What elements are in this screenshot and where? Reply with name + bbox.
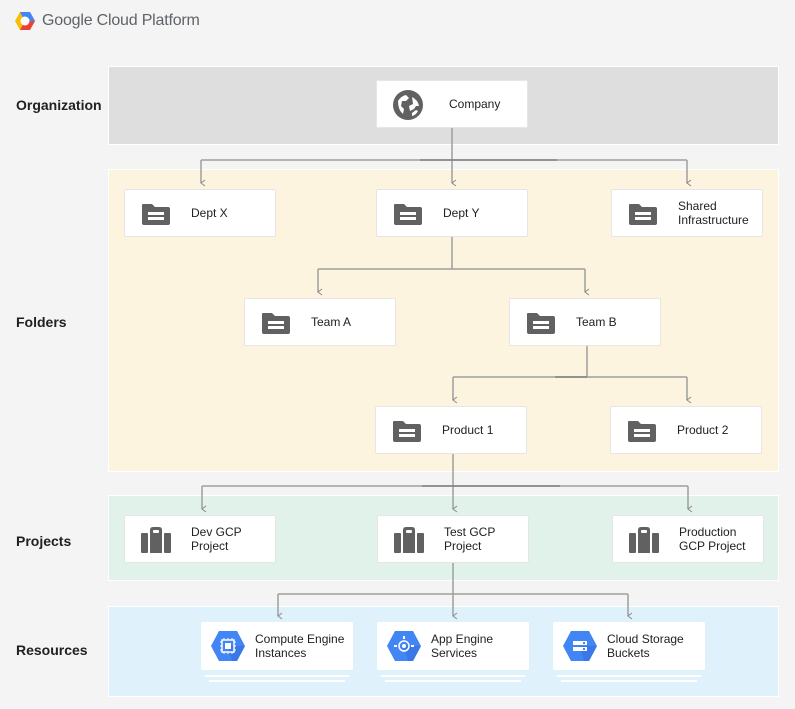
node-label: Test GCP Project — [444, 525, 495, 553]
node-label-line2: Infrastructure — [678, 213, 749, 227]
stack-shadow — [385, 680, 521, 682]
briefcase-icon — [140, 527, 172, 553]
stack-shadow — [205, 675, 349, 677]
node-label: Compute Engine Instances — [255, 632, 344, 660]
briefcase-icon — [628, 527, 660, 553]
node-label: Company — [449, 97, 501, 111]
tier-label-resources: Resources — [16, 642, 88, 658]
folder-icon — [391, 418, 423, 444]
node-label: Shared Infrastructure — [678, 199, 749, 227]
stack-shadow — [209, 680, 345, 682]
brand-header: Google Cloud Platform — [14, 10, 200, 32]
node-dev-gcp-project[interactable]: Dev GCP Project — [124, 515, 276, 563]
stack-shadow — [557, 675, 701, 677]
node-label: App Engine Services — [431, 632, 493, 660]
node-test-gcp-project[interactable]: Test GCP Project — [377, 515, 529, 563]
node-label: Dept X — [191, 206, 228, 220]
node-label-line2: Buckets — [607, 646, 650, 660]
node-team-b[interactable]: Team B — [509, 298, 661, 346]
brand-name: Google Cloud Platform — [42, 12, 200, 29]
stack-shadow — [381, 675, 525, 677]
node-label: Product 1 — [442, 423, 494, 437]
folder-icon — [140, 201, 172, 227]
node-product-2[interactable]: Product 2 — [610, 406, 762, 454]
node-label-line1: App Engine — [431, 632, 494, 646]
node-label-line1: Compute Engine — [255, 632, 345, 646]
node-label: Team A — [311, 315, 352, 329]
node-label: Product 2 — [677, 423, 729, 437]
stack-shadow — [561, 680, 697, 682]
tier-label-organization: Organization — [16, 97, 102, 113]
folder-icon — [626, 418, 658, 444]
node-label-line1: Dev GCP — [191, 525, 242, 539]
node-company[interactable]: Company — [376, 80, 528, 128]
node-dept-x[interactable]: Dept X — [124, 189, 276, 237]
folder-icon — [525, 310, 557, 336]
node-label: Production GCP Project — [679, 525, 745, 553]
tier-label-folders: Folders — [16, 314, 67, 330]
node-label-line2: GCP Project — [679, 539, 746, 553]
node-product-1[interactable]: Product 1 — [375, 406, 527, 454]
node-label: Cloud Storage Buckets — [607, 632, 684, 660]
folder-icon — [392, 201, 424, 227]
app-engine-icon — [386, 630, 422, 662]
node-compute-engine-instances[interactable]: Compute Engine Instances — [201, 622, 353, 682]
folder-icon — [627, 201, 659, 227]
node-label: Dev GCP Project — [191, 525, 242, 553]
node-team-a[interactable]: Team A — [244, 298, 396, 346]
node-label-line2: Services — [431, 646, 478, 660]
node-production-gcp-project[interactable]: Production GCP Project — [612, 515, 764, 563]
node-label: Dept Y — [443, 206, 480, 220]
node-shared-infrastructure[interactable]: Shared Infrastructure — [611, 189, 763, 237]
node-label-line2: Instances — [255, 646, 307, 660]
node-dept-y[interactable]: Dept Y — [376, 189, 528, 237]
cloud-storage-icon — [562, 630, 598, 662]
briefcase-icon — [393, 527, 425, 553]
compute-engine-icon — [210, 630, 246, 662]
globe-icon — [392, 90, 424, 120]
node-label-line1: Shared — [678, 199, 717, 213]
folder-icon — [260, 310, 292, 336]
node-app-engine-services[interactable]: App Engine Services — [377, 622, 529, 682]
node-label-line1: Cloud Storage — [607, 632, 684, 646]
node-label-line2: Project — [191, 539, 229, 553]
node-label-line1: Production — [679, 525, 737, 539]
node-label-line2: Project — [444, 539, 482, 553]
node-cloud-storage-buckets[interactable]: Cloud Storage Buckets — [553, 622, 705, 682]
gcp-logo-icon — [15, 12, 35, 30]
node-label: Team B — [576, 315, 617, 329]
tier-label-projects: Projects — [16, 533, 72, 549]
node-label-line1: Test GCP — [444, 525, 496, 539]
